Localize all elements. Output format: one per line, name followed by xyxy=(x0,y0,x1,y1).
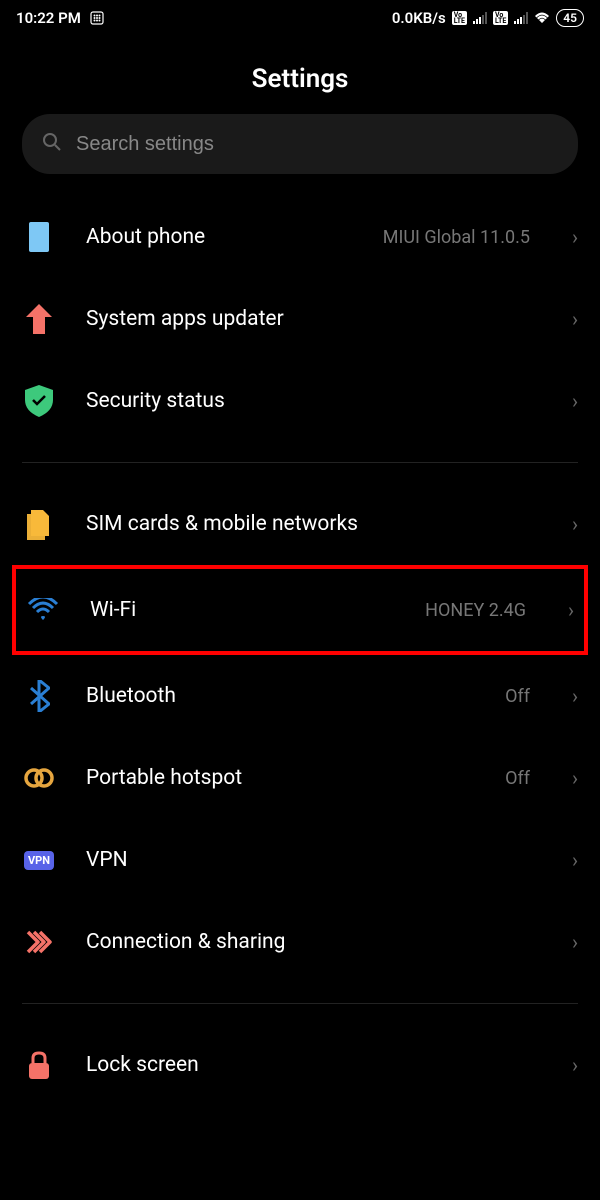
bluetooth-value: Off xyxy=(505,686,530,707)
lock-screen-row[interactable]: Lock screen › xyxy=(0,1024,600,1106)
about-phone-row[interactable]: About phone MIUI Global 11.0.5 › xyxy=(0,196,600,278)
vpn-label: VPN xyxy=(86,848,542,872)
battery-indicator: 45 xyxy=(556,9,584,27)
settings-list: About phone MIUI Global 11.0.5 › System … xyxy=(0,196,600,1106)
connection-sharing-row[interactable]: Connection & sharing › xyxy=(0,901,600,983)
chevron-icon: › xyxy=(572,389,578,413)
connection-sharing-label: Connection & sharing xyxy=(86,930,542,954)
wifi-value: HONEY 2.4G xyxy=(425,600,526,621)
volte-icon-2: VoLTE xyxy=(493,11,508,25)
chevron-icon: › xyxy=(572,766,578,790)
signal-icon-1 xyxy=(473,12,487,24)
chevron-icon: › xyxy=(572,930,578,954)
status-bar: 10:22 PM 0.0KB/s VoLTE VoLTE 45 xyxy=(0,0,600,36)
hotspot-value: Off xyxy=(505,768,530,789)
chevron-icon: › xyxy=(568,598,574,622)
wifi-status-icon xyxy=(534,12,550,24)
chevron-icon: › xyxy=(572,848,578,872)
update-arrow-icon xyxy=(22,302,56,336)
vpn-icon: VPN xyxy=(22,843,56,877)
search-input[interactable] xyxy=(76,133,558,156)
bluetooth-label: Bluetooth xyxy=(86,684,475,708)
chevron-icon: › xyxy=(572,684,578,708)
chevron-icon: › xyxy=(572,307,578,331)
lock-screen-label: Lock screen xyxy=(86,1053,542,1077)
system-apps-updater-row[interactable]: System apps updater › xyxy=(0,278,600,360)
sim-cards-label: SIM cards & mobile networks xyxy=(86,512,542,536)
about-phone-value: MIUI Global 11.0.5 xyxy=(383,227,530,248)
divider xyxy=(22,462,578,463)
wifi-highlight: Wi-Fi HONEY 2.4G › xyxy=(12,565,588,655)
search-bar[interactable] xyxy=(22,114,578,174)
volte-icon-1: VoLTE xyxy=(452,11,467,25)
shield-icon xyxy=(22,384,56,418)
chevron-icon: › xyxy=(572,1053,578,1077)
wifi-row[interactable]: Wi-Fi HONEY 2.4G › xyxy=(16,569,584,651)
hotspot-label: Portable hotspot xyxy=(86,766,475,790)
data-rate: 0.0KB/s xyxy=(392,9,446,27)
vpn-row[interactable]: VPN VPN › xyxy=(0,819,600,901)
search-icon xyxy=(42,132,62,156)
wifi-icon xyxy=(26,593,60,627)
wifi-label: Wi-Fi xyxy=(90,598,395,622)
system-apps-updater-label: System apps updater xyxy=(86,307,542,331)
control-center-icon xyxy=(89,10,105,26)
chevron-icon: › xyxy=(572,225,578,249)
hotspot-row[interactable]: Portable hotspot Off › xyxy=(0,737,600,819)
chevron-icon: › xyxy=(572,512,578,536)
connection-icon xyxy=(22,925,56,959)
status-time: 10:22 PM xyxy=(16,9,81,27)
bluetooth-icon xyxy=(22,679,56,713)
phone-icon xyxy=(22,220,56,254)
about-phone-label: About phone xyxy=(86,225,353,249)
page-title: Settings xyxy=(0,36,600,114)
security-status-label: Security status xyxy=(86,389,542,413)
signal-icon-2 xyxy=(514,12,528,24)
sim-cards-row[interactable]: SIM cards & mobile networks › xyxy=(0,483,600,565)
divider xyxy=(22,1003,578,1004)
hotspot-icon xyxy=(22,761,56,795)
bluetooth-row[interactable]: Bluetooth Off › xyxy=(0,655,600,737)
sim-icon xyxy=(22,507,56,541)
security-status-row[interactable]: Security status › xyxy=(0,360,600,442)
lock-icon xyxy=(22,1048,56,1082)
